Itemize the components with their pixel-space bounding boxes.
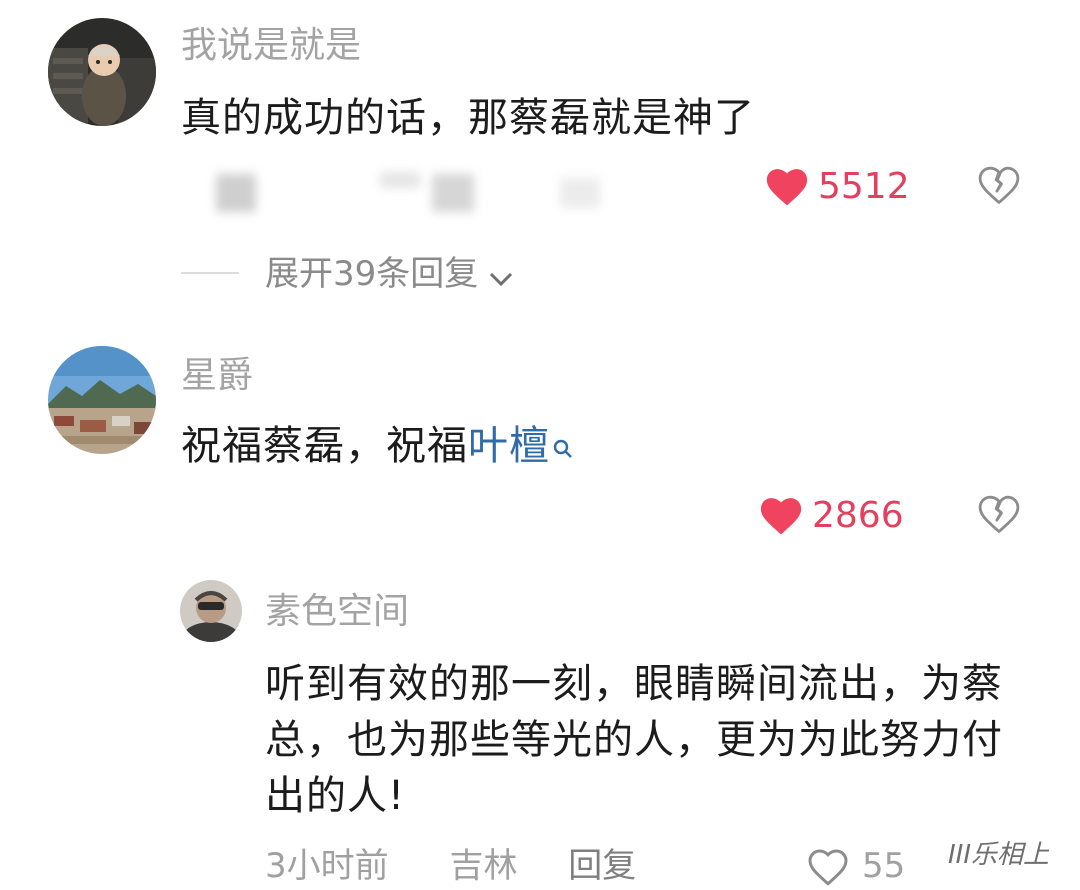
reply-text: 听到有效的那一刻，眼睛瞬间流出，为蔡总，也为那些等光的人，更为为此努力付出的人!: [265, 661, 1003, 819]
reply-location: 吉林: [449, 846, 518, 886]
avatar[interactable]: [48, 346, 156, 454]
heart-filled-icon: [766, 167, 808, 207]
comment-username[interactable]: 我说是就是: [181, 26, 361, 66]
mention-link[interactable]: 叶檀: [468, 423, 550, 469]
heart-filled-icon: [760, 496, 802, 536]
heart-outline-icon: [808, 848, 848, 890]
comment-text-prefix: 祝福蔡磊，祝福: [181, 423, 468, 469]
reply-like-count: 55: [862, 846, 906, 886]
dislike-button[interactable]: [978, 494, 1020, 534]
reply-username[interactable]: 素色空间: [265, 592, 409, 632]
like-count: 2866: [812, 495, 904, 536]
expand-replies-label: 展开39条回复: [265, 254, 479, 294]
comment-text: 祝福蔡磊，祝福叶檀: [181, 418, 1021, 474]
reply-time: 3小时前: [265, 846, 389, 886]
search-icon[interactable]: [552, 418, 574, 474]
dislike-button[interactable]: [978, 165, 1020, 205]
avatar[interactable]: [180, 580, 242, 642]
comment-meta-redacted: [180, 168, 610, 218]
like-count: 5512: [818, 166, 910, 207]
chevron-down-icon: [487, 269, 515, 293]
reply-meta-row: 3小时前 吉林 回复: [265, 846, 636, 886]
comment-username[interactable]: 星爵: [181, 356, 253, 396]
comment-text: 真的成功的话，那蔡磊就是神了: [181, 95, 755, 141]
reply-divider-line: [181, 272, 239, 274]
avatar[interactable]: [48, 18, 156, 126]
reply-action[interactable]: 回复: [568, 846, 636, 886]
watermark: III乐相上: [948, 840, 1050, 870]
broken-heart-icon: [978, 494, 1020, 538]
broken-heart-icon: [978, 165, 1020, 209]
expand-replies-button[interactable]: 展开39条回复: [265, 252, 515, 296]
